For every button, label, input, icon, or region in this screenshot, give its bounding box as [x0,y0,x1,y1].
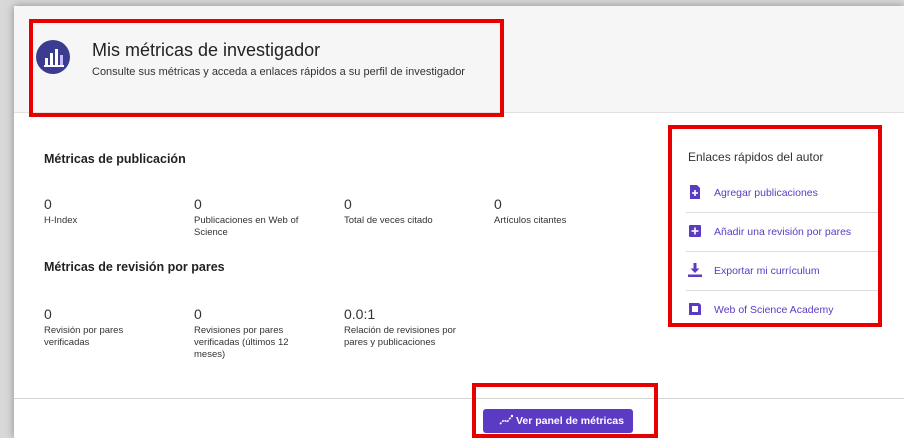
metric-label: Relación de revisiones por pares y publi… [344,325,456,348]
button-highlight-box [472,383,658,438]
publication-metrics-title: Métricas de publicación [44,152,186,166]
metric-label: Total de veces citado [344,215,433,226]
metric-label: Artículos citantes [494,215,567,226]
metric-times-cited: 0 Total de veces citado [344,196,484,227]
metric-label: Revisión por pares verificadas [44,325,124,348]
metric-value: 0 [344,196,352,212]
metric-label: Revisiones por pares verificadas (último… [194,325,289,360]
metric-h-index: 0 H-Index [44,196,184,227]
header-highlight-box [29,19,504,117]
metric-value: 0.0:1 [344,306,376,322]
metric-verified-reviews: 0 Revisión por pares verificadas [44,306,154,349]
metric-value: 0 [194,196,202,212]
footer-divider [14,398,904,399]
peer-review-metrics-title: Métricas de revisión por pares [44,260,225,274]
metric-review-publication-ratio: 0.0:1 Relación de revisiones por pares y… [344,306,474,349]
metric-citing-articles: 0 Artículos citantes [494,196,634,227]
quick-links-highlight-box [668,125,882,327]
metric-value: 0 [44,196,52,212]
metric-label: H-Index [44,215,78,226]
metric-publications: 0 Publicaciones en Web of Science [194,196,304,239]
metric-value: 0 [194,306,202,322]
metric-label: Publicaciones en Web of Science [194,215,299,238]
metric-value: 0 [44,306,52,322]
metric-verified-reviews-12-months: 0 Revisiones por pares verificadas (últi… [194,306,304,361]
metric-value: 0 [494,196,502,212]
